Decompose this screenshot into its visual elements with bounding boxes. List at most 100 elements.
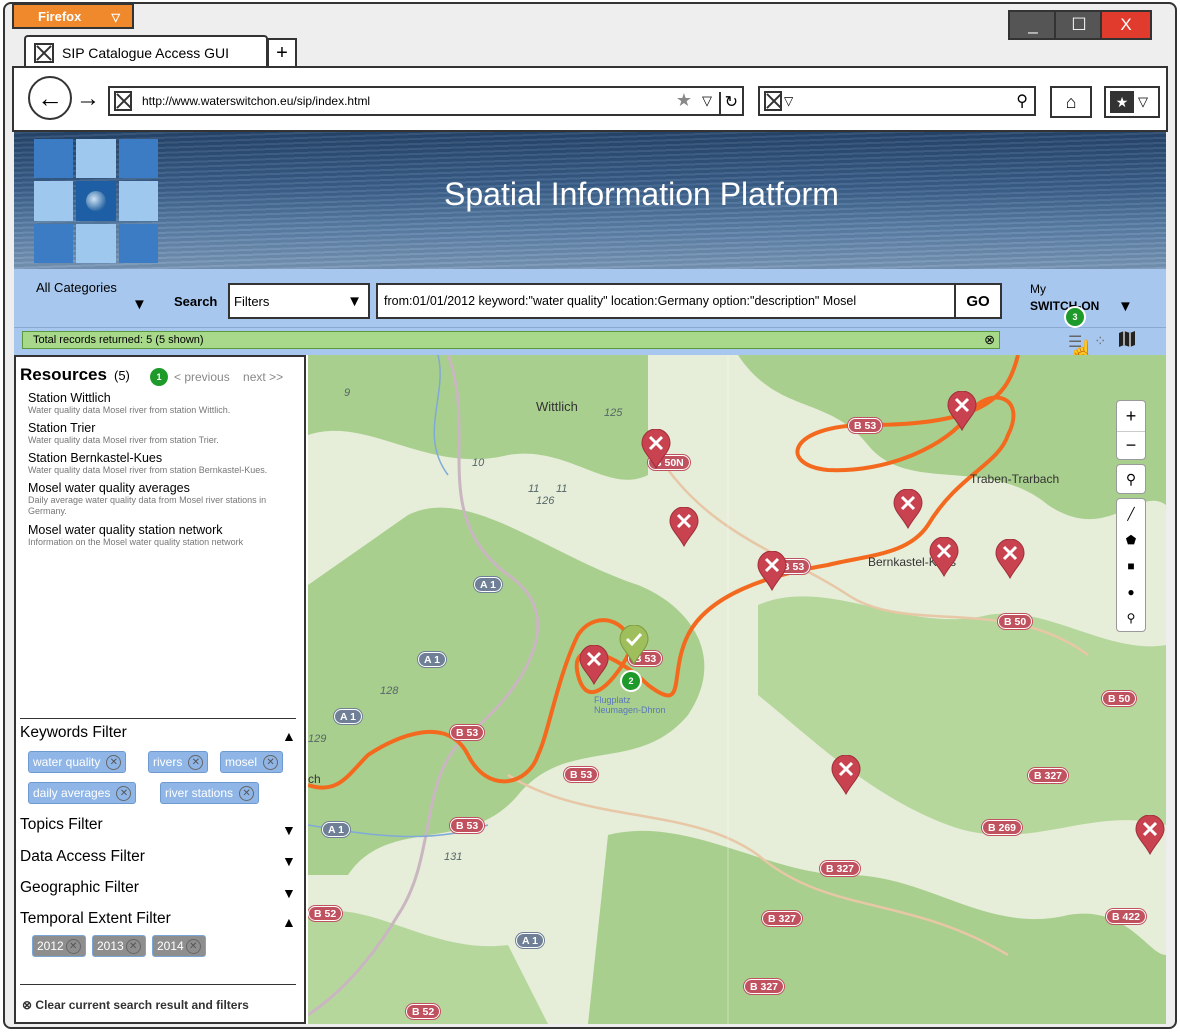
keywords-filter-header[interactable]: Keywords Filter xyxy=(20,724,127,742)
home-button[interactable]: ⌂ xyxy=(1050,86,1092,118)
station-marker[interactable] xyxy=(640,429,672,469)
keyword-chip[interactable]: rivers ✕ xyxy=(148,751,209,773)
remove-chip-icon[interactable]: ✕ xyxy=(239,785,255,801)
search-input[interactable]: from:01/01/2012 keyword:"water quality" … xyxy=(376,283,956,319)
chevron-up-icon[interactable]: ▲ xyxy=(282,728,296,744)
draw-circle-icon[interactable]: ● xyxy=(1117,579,1145,605)
chevron-up-icon[interactable]: ▲ xyxy=(282,914,296,930)
station-marker[interactable] xyxy=(1134,815,1166,855)
remove-chip-icon[interactable]: ✕ xyxy=(125,938,141,954)
list-item[interactable]: Mosel water quality station network Info… xyxy=(28,523,304,548)
list-item[interactable]: Station Bernkastel-Kues Water quality da… xyxy=(28,451,304,476)
minimize-button[interactable]: _ xyxy=(1008,10,1058,40)
reload-icon[interactable]: ↻ xyxy=(718,92,738,114)
station-marker[interactable] xyxy=(668,507,700,547)
station-marker[interactable] xyxy=(892,489,924,529)
switch-on-logo xyxy=(34,139,158,263)
map-view[interactable]: Wittlich Traben-Trarbach Bernkastel-Kues… xyxy=(308,355,1166,1024)
close-circle-icon[interactable]: ⊗ xyxy=(984,332,995,348)
back-button[interactable]: ← xyxy=(28,76,72,120)
zoom-out-button[interactable]: − xyxy=(1117,431,1145,459)
bookmarks-button[interactable]: ★ ▽ xyxy=(1104,86,1160,118)
resource-description: Water quality data Mosel river from stat… xyxy=(28,405,231,415)
keyword-chip[interactable]: daily averages ✕ xyxy=(28,782,137,804)
chip-label: river stations xyxy=(165,786,234,800)
draw-line-icon[interactable]: ╱ xyxy=(1117,501,1145,527)
chip-label: mosel xyxy=(225,755,258,769)
categories-select[interactable]: All Categories xyxy=(36,280,126,296)
maximize-button[interactable]: ☐ xyxy=(1054,10,1104,40)
chip-label: daily averages xyxy=(33,786,111,800)
topics-filter-header[interactable]: Topics Filter xyxy=(20,816,103,834)
road-shield: B 53 xyxy=(564,767,599,782)
browser-search-field[interactable]: ▽ ⚲ xyxy=(758,86,1036,116)
previous-link[interactable]: < previous xyxy=(174,370,230,384)
chevron-down-icon[interactable]: ▽ xyxy=(702,93,712,109)
map-view-icon[interactable] xyxy=(1118,330,1136,353)
place-label: Traben-Trarbach xyxy=(970,472,1060,486)
chevron-down-icon[interactable]: ▽ xyxy=(784,94,793,108)
keyword-chip[interactable]: river stations ✕ xyxy=(160,782,260,804)
list-item[interactable]: Station Trier Water quality data Mosel r… xyxy=(28,421,304,446)
next-link[interactable]: next >> xyxy=(243,370,283,384)
zoom-in-button[interactable]: + xyxy=(1117,402,1145,430)
browser-tab[interactable]: SIP Catalogue Access GUI xyxy=(24,35,268,69)
star-icon[interactable]: ★ xyxy=(676,90,692,111)
list-item[interactable]: Mosel water quality averages Daily avera… xyxy=(28,481,304,517)
keyword-chip[interactable]: water quality ✕ xyxy=(28,751,127,773)
year-chip[interactable]: 2014 ✕ xyxy=(152,935,206,957)
draw-rectangle-icon[interactable]: ■ xyxy=(1117,553,1145,579)
divider xyxy=(20,718,296,719)
divider xyxy=(20,984,296,985)
close-window-button[interactable]: X xyxy=(1100,10,1152,40)
year-chip[interactable]: 2013 ✕ xyxy=(92,935,146,957)
place-marker-icon[interactable]: ⚲ xyxy=(1117,605,1145,631)
firefox-menu-button[interactable]: Firefox ▽ xyxy=(12,3,134,29)
chevron-down-icon[interactable]: ▼ xyxy=(282,822,296,838)
road-shield: B 53 xyxy=(450,818,485,833)
remove-chip-icon[interactable]: ✕ xyxy=(65,938,81,954)
temporal-filter-header[interactable]: Temporal Extent Filter xyxy=(20,910,171,928)
remove-chip-icon[interactable]: ✕ xyxy=(106,754,122,770)
keyword-chip[interactable]: mosel ✕ xyxy=(220,751,284,773)
site-icon xyxy=(114,91,132,111)
new-tab-button[interactable]: + xyxy=(267,38,297,68)
records-text: Total records returned: 5 (5 shown) xyxy=(33,334,204,346)
clear-search-link[interactable]: ⊗ Clear current search result and filter… xyxy=(22,998,249,1012)
geographic-filter-header[interactable]: Geographic Filter xyxy=(20,879,139,897)
remove-chip-icon[interactable]: ✕ xyxy=(263,754,279,770)
road-shield: B 50 xyxy=(998,614,1033,629)
road-shield: B 53 xyxy=(848,418,883,433)
filters-select[interactable]: Filters ▼ xyxy=(228,283,370,319)
grid-view-icon[interactable]: ⁘ xyxy=(1094,332,1107,350)
road-shield: B 50 xyxy=(1102,691,1137,706)
draw-polygon-icon[interactable]: ⬟ xyxy=(1117,527,1145,553)
chevron-down-icon[interactable]: ▼ xyxy=(132,296,147,313)
data-access-filter-header[interactable]: Data Access Filter xyxy=(20,848,145,866)
list-item[interactable]: Station Wittlich Water quality data Mose… xyxy=(28,391,304,416)
chevron-down-icon[interactable]: ▼ xyxy=(1118,298,1133,315)
go-button[interactable]: GO xyxy=(954,283,1002,319)
station-marker[interactable] xyxy=(946,391,978,431)
remove-chip-icon[interactable]: ✕ xyxy=(185,938,201,954)
chip-label: water quality xyxy=(33,755,101,769)
resource-description: Daily average water quality data from Mo… xyxy=(28,495,267,516)
remove-chip-icon[interactable]: ✕ xyxy=(188,754,204,770)
station-marker[interactable] xyxy=(928,537,960,577)
chevron-down-icon[interactable]: ▼ xyxy=(282,853,296,869)
search-label: Search xyxy=(174,294,218,309)
address-bar[interactable]: http://www.waterswitchon.eu/sip/index.ht… xyxy=(108,86,744,116)
road-shield: B 422 xyxy=(1106,909,1147,924)
chevron-down-icon[interactable]: ▼ xyxy=(282,885,296,901)
selected-station-marker[interactable] xyxy=(618,625,650,665)
map-search-icon[interactable]: ⚲ xyxy=(1116,464,1146,494)
station-marker[interactable] xyxy=(830,755,862,795)
forward-button[interactable]: → xyxy=(72,84,104,114)
station-marker[interactable] xyxy=(578,645,610,685)
station-marker[interactable] xyxy=(756,551,788,591)
search-icon[interactable]: ⚲ xyxy=(1016,91,1028,111)
year-chip[interactable]: 2012 ✕ xyxy=(32,935,86,957)
resource-description: Water quality data Mosel river from stat… xyxy=(28,435,219,445)
remove-chip-icon[interactable]: ✕ xyxy=(116,785,132,801)
station-marker[interactable] xyxy=(994,539,1026,579)
